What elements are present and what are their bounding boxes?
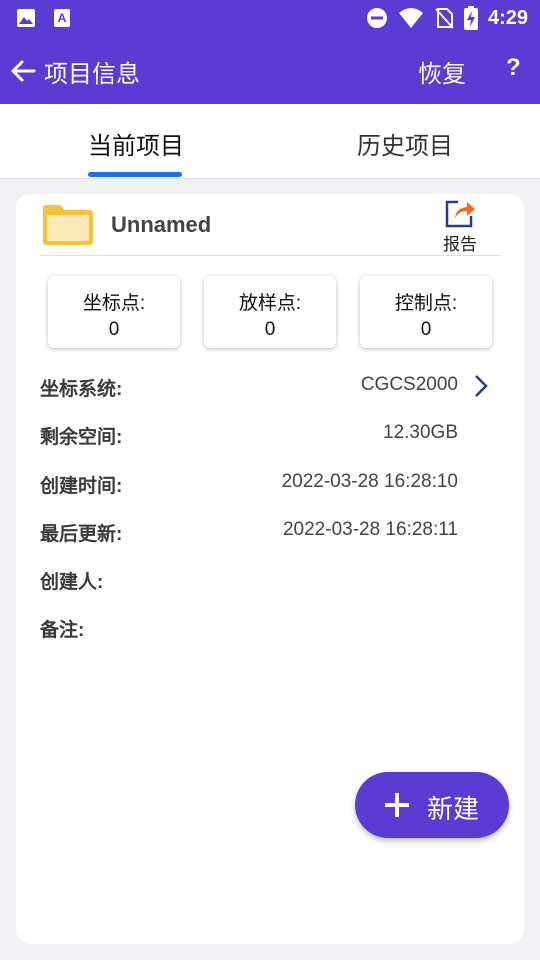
font-app-icon: A xyxy=(54,9,70,27)
help-button[interactable]: ? xyxy=(506,54,521,82)
battery-charging-icon xyxy=(463,6,478,30)
info-key: 坐标系统: xyxy=(40,379,123,400)
project-name: Unnamed xyxy=(111,212,212,237)
do-not-disturb-icon xyxy=(366,8,387,28)
info-value: 2022-03-28 16:28:10 xyxy=(281,471,458,492)
info-value: CGCS2000 xyxy=(360,374,458,395)
info-key: 最后更新: xyxy=(40,524,123,545)
info-value: 2022-03-28 16:28:11 xyxy=(282,519,458,540)
restore-button[interactable]: 恢复 xyxy=(418,54,466,89)
last-updated-row: 最后更新: 2022-03-28 16:28:11 xyxy=(40,519,500,549)
stat-coordinate-points: 坐标点: 0 xyxy=(48,276,180,348)
header-divider xyxy=(40,255,500,256)
gallery-icon xyxy=(17,9,35,27)
stat-stakeout-points: 放样点: 0 xyxy=(204,276,336,348)
stat-value: 0 xyxy=(420,319,432,340)
stat-control-points: 控制点: 0 xyxy=(360,276,492,348)
info-key: 创建时间: xyxy=(40,476,123,497)
stat-label: 放样点: xyxy=(238,293,302,314)
plus-icon xyxy=(385,793,409,817)
page-title: 项目信息 xyxy=(44,61,140,88)
back-arrow-icon[interactable] xyxy=(8,56,38,86)
tab-history-project[interactable]: 历史项目 xyxy=(357,126,453,161)
stat-label: 控制点: xyxy=(394,293,458,314)
folder-icon xyxy=(43,205,93,245)
status-time: 4:29 xyxy=(487,6,528,29)
new-project-button[interactable]: 新建 xyxy=(355,772,509,838)
stat-value: 0 xyxy=(264,319,276,340)
remarks-row: 备注: xyxy=(40,615,500,645)
app-bar: 项目信息 恢复 ? xyxy=(0,36,540,104)
tab-bar: 当前项目 历史项目 xyxy=(0,104,540,179)
chevron-right-icon[interactable] xyxy=(474,374,488,398)
tab-current-project[interactable]: 当前项目 xyxy=(88,126,184,161)
no-sim-icon xyxy=(435,8,454,29)
status-bar: A 4:29 xyxy=(0,0,540,36)
share-report-icon xyxy=(445,200,475,228)
coordinate-system-row[interactable]: 坐标系统: CGCS2000 xyxy=(40,374,500,404)
svg-text:A: A xyxy=(58,11,67,25)
created-time-row: 创建时间: 2022-03-28 16:28:10 xyxy=(40,471,500,501)
stat-value: 0 xyxy=(108,319,120,340)
stat-label: 坐标点: xyxy=(82,293,146,314)
info-key: 创建人: xyxy=(40,572,104,593)
wifi-icon xyxy=(398,8,423,28)
new-project-label: 新建 xyxy=(427,794,480,824)
report-label: 报告 xyxy=(443,235,477,254)
report-button[interactable]: 报告 xyxy=(436,198,484,255)
info-value: 12.30GB xyxy=(383,422,458,443)
tab-indicator xyxy=(88,172,182,177)
info-key: 剩余空间: xyxy=(40,427,123,448)
creator-row: 创建人: xyxy=(40,567,500,597)
free-space-row: 剩余空间: 12.30GB xyxy=(40,422,500,452)
info-key: 备注: xyxy=(40,620,85,641)
